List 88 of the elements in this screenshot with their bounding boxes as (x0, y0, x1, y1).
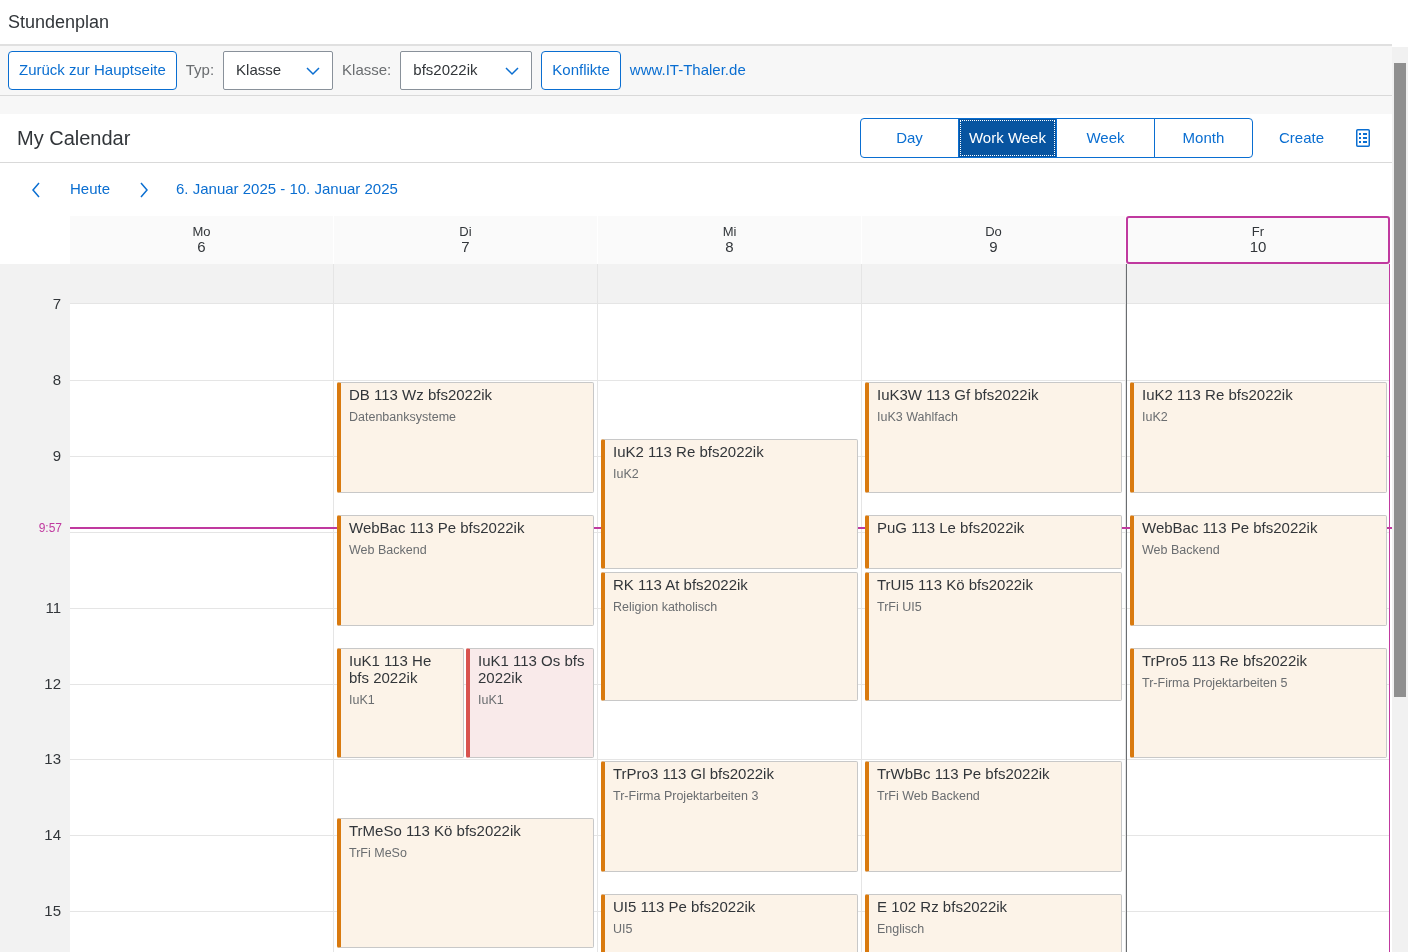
calendar-title: My Calendar (17, 126, 132, 151)
create-button[interactable]: Create (1272, 125, 1330, 151)
view-tab[interactable]: Month (1153, 118, 1253, 158)
event-subtitle: IuK1 (349, 691, 376, 709)
calendar-event[interactable]: PuG 113 Le bfs2022ik (865, 514, 1122, 569)
event-title: UI5 113 Pe bfs2022ik (613, 898, 757, 916)
calendar-event[interactable]: DB 113 Wz bfs2022ik Datenbanksysteme (337, 381, 594, 493)
date-label: 10 (1249, 238, 1267, 256)
event-subtitle: TrFi Web Backend (877, 788, 981, 806)
date-label: 7 (461, 238, 470, 256)
weekday-label: Do (985, 224, 1002, 239)
event-subtitle: Englisch (877, 921, 926, 939)
event-title: IuK1 113 Os bfs 2022ik (478, 651, 585, 686)
type-dropdown[interactable]: Klasse (223, 51, 334, 90)
event-title: TrMeSo 113 Kö bfs2022ik (349, 822, 522, 840)
hour-label: 14 (44, 825, 61, 846)
event-title: PuG 113 Le bfs2022ik (877, 518, 1026, 536)
calendar-event[interactable]: IuK2 113 Re bfs2022ik IuK2 (1130, 381, 1387, 493)
back-button[interactable]: Zurück zur Hauptseite (8, 51, 177, 90)
weekday-label: Di (459, 224, 472, 239)
hour-label: 13 (44, 749, 61, 770)
class-dropdown[interactable]: bfs2022ik (400, 51, 533, 90)
class-label: Klasse: (342, 60, 392, 81)
calendar-event[interactable]: TrWbBc 113 Pe bfs2022ik TrFi Web Backend (865, 761, 1122, 873)
event-subtitle: Web Backend (349, 541, 428, 559)
calendar-event[interactable]: WebBac 113 Pe bfs2022ik Web Backend (1130, 514, 1387, 626)
calendar-event[interactable]: RK 113 At bfs2022ik Religion katholisch (601, 571, 858, 702)
calendar-event[interactable]: E 102 Rz bfs2022ik Englisch (865, 894, 1122, 952)
calendar-event[interactable]: IuK1 113 He bfs 2022ik IuK1 (337, 647, 464, 759)
event-title: IuK3W 113 Gf bfs2022ik (877, 385, 1040, 403)
date-label: 9 (989, 238, 998, 256)
calendar-event[interactable]: TrPro3 113 Gl bfs2022ik Tr-Firma Projektarbeiten 3 (601, 761, 858, 873)
view-tab[interactable]: Week (1055, 118, 1155, 158)
event-title: TrUI5 113 Kö bfs2022ik (877, 575, 1034, 593)
event-title: IuK2 113 Re bfs2022ik (1142, 385, 1294, 403)
event-subtitle: IuK2 (613, 465, 640, 483)
calendar-event[interactable]: TrMeSo 113 Kö bfs2022ik TrFi MeSo (337, 818, 594, 949)
website-link[interactable]: www.IT-Thaler.de (629, 59, 746, 82)
conflicts-button[interactable]: Konflikte (541, 51, 621, 90)
calendar-event[interactable]: TrUI5 113 Kö bfs2022ik TrFi UI5 (865, 571, 1122, 702)
list-icon[interactable] (1356, 129, 1370, 147)
weekday-label: Mi (722, 224, 737, 239)
event-title: TrPro3 113 Gl bfs2022ik (613, 765, 775, 783)
event-subtitle: IuK1 (478, 691, 505, 709)
view-tab[interactable]: Work Week (957, 118, 1057, 158)
date-label: 6 (197, 238, 206, 256)
date-range[interactable]: 6. Januar 2025 - 10. Januar 2025 (170, 177, 404, 202)
event-title: WebBac 113 Pe bfs2022ik (1142, 518, 1319, 536)
event-title: TrPro5 113 Re bfs2022ik (1142, 651, 1309, 669)
type-label: Typ: (185, 60, 215, 81)
calendar-event[interactable]: WebBac 113 Pe bfs2022ik Web Backend (337, 514, 594, 626)
hour-label: 7 (52, 293, 61, 314)
date-label: 8 (725, 238, 734, 256)
calendar-event[interactable]: IuK1 113 Os bfs 2022ik IuK1 (466, 647, 594, 759)
view-tab[interactable]: Day (859, 118, 959, 158)
event-title: IuK1 113 He bfs 2022ik (349, 651, 433, 686)
calendar-event[interactable]: UI5 113 Pe bfs2022ik UI5 (601, 894, 858, 952)
today-button[interactable]: Heute (64, 177, 117, 202)
hour-label: 8 (52, 369, 61, 390)
event-subtitle: Tr-Firma Projektarbeiten 5 (1142, 674, 1289, 692)
event-subtitle: IuK2 (1142, 408, 1169, 426)
event-title: TrWbBc 113 Pe bfs2022ik (877, 765, 1051, 783)
event-subtitle: Datenbanksysteme (349, 408, 457, 426)
event-subtitle: Religion katholisch (613, 598, 719, 616)
hour-label: 12 (44, 673, 61, 694)
event-title: DB 113 Wz bfs2022ik (349, 385, 494, 403)
event-subtitle: UI5 (613, 921, 634, 939)
chevron-down-icon (306, 65, 321, 76)
event-subtitle: Tr-Firma Projektarbeiten 3 (613, 788, 760, 806)
event-subtitle: TrFi MeSo (349, 845, 408, 863)
event-subtitle: Web Backend (1142, 541, 1221, 559)
scrollbar[interactable] (1392, 47, 1408, 952)
event-title: RK 113 At bfs2022ik (613, 575, 749, 593)
hour-label: 15 (44, 900, 61, 921)
event-subtitle: TrFi UI5 (877, 598, 923, 616)
event-title: E 102 Rz bfs2022ik (877, 898, 1009, 916)
calendar-event[interactable]: IuK3W 113 Gf bfs2022ik IuK3 Wahlfach (865, 381, 1122, 493)
event-subtitle: IuK3 Wahlfach (877, 408, 959, 426)
hour-label: 9 (52, 445, 61, 466)
current-time-label: 9:57 (38, 519, 62, 537)
weekday-label: Fr (1251, 224, 1265, 239)
calendar-event[interactable]: IuK2 113 Re bfs2022ik IuK2 (601, 438, 858, 569)
hour-label: 11 (45, 597, 61, 618)
event-title: WebBac 113 Pe bfs2022ik (349, 518, 526, 536)
calendar-event[interactable]: TrPro5 113 Re bfs2022ik Tr-Firma Projektarbeiten 5 (1130, 647, 1387, 759)
event-title: IuK2 113 Re bfs2022ik (613, 442, 765, 460)
weekday-label: Mo (192, 224, 211, 239)
chevron-down-icon (505, 65, 520, 76)
